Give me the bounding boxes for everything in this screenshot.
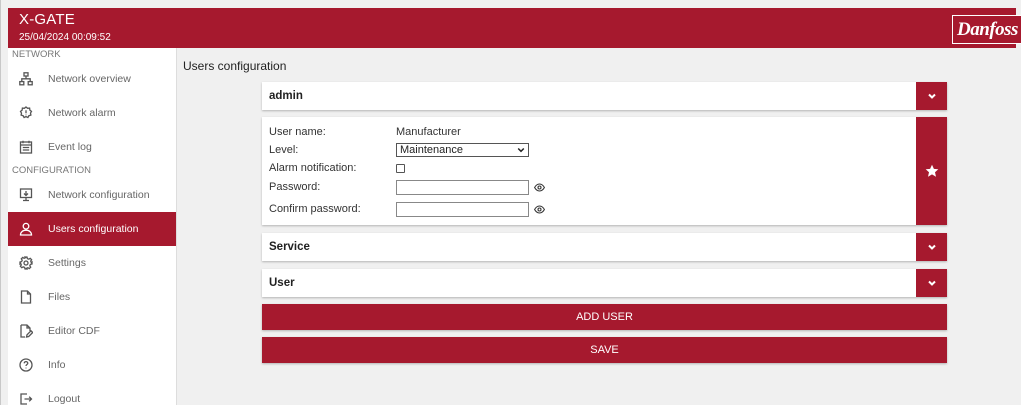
user-name-label: User name:: [269, 126, 326, 138]
chevron-down-icon: [517, 147, 525, 153]
section-label-network: NETWORK: [12, 49, 61, 60]
confirm-password-label: Confirm password:: [269, 203, 361, 215]
network-config-icon: [18, 187, 34, 203]
level-label: Level:: [269, 144, 299, 156]
sidebar-item-label: Users configuration: [48, 223, 139, 235]
add-user-button[interactable]: ADD USER: [262, 304, 947, 330]
page-title: Users configuration: [183, 59, 287, 73]
alarm-icon: [18, 105, 34, 121]
header-datetime: 25/04/2024 00:09:52: [19, 32, 111, 43]
app-title: X-GATE: [19, 11, 75, 28]
sidebar-item-event-log[interactable]: Event log: [8, 130, 176, 164]
user-form-panel: User name: Manufacturer Level: Maintenan…: [262, 117, 947, 225]
user-panel-user[interactable]: User: [262, 269, 947, 297]
chevron-down-icon: [927, 244, 936, 250]
level-row: Level: Maintenance: [269, 141, 529, 159]
alarm-row: Alarm notification:: [269, 159, 405, 177]
sidebar-item-label: Logout: [48, 393, 81, 405]
user-panel-title: Service: [269, 241, 310, 253]
eye-icon[interactable]: [533, 182, 546, 192]
user-panel-service[interactable]: Service: [262, 233, 947, 261]
chevron-down-icon: [927, 280, 936, 286]
user-name-value: Manufacturer: [396, 126, 461, 138]
sidebar-item-label: Info: [48, 359, 66, 371]
expand-button[interactable]: [916, 233, 947, 261]
main-content: Users configuration admin User name: Man…: [177, 48, 1016, 405]
info-icon: [18, 357, 34, 373]
sidebar-item-label: Editor CDF: [48, 325, 100, 337]
user-panel-admin[interactable]: admin: [262, 82, 947, 110]
alarm-label: Alarm notification:: [269, 162, 357, 174]
file-icon: [18, 289, 34, 305]
sidebar: NETWORK Network overview Network alarm E…: [8, 48, 177, 405]
user-panel-title: User: [269, 277, 295, 289]
gear-icon: [18, 255, 34, 271]
favorite-button[interactable]: [916, 117, 947, 225]
sidebar-item-network-configuration[interactable]: Network configuration: [8, 178, 176, 212]
alarm-notification-checkbox[interactable]: [396, 163, 405, 173]
sidebar-item-files[interactable]: Files: [8, 280, 176, 314]
save-button[interactable]: SAVE: [262, 337, 947, 363]
confirm-password-row: Confirm password:: [269, 200, 546, 218]
sidebar-item-label: Files: [48, 291, 71, 303]
level-select[interactable]: Maintenance: [396, 143, 529, 157]
expand-button[interactable]: [916, 269, 947, 297]
sidebar-item-label: Network overview: [48, 73, 131, 85]
password-label: Password:: [269, 181, 321, 193]
section-label-configuration: CONFIGURATION: [12, 165, 91, 176]
sidebar-item-info[interactable]: Info: [8, 348, 176, 382]
user-panel-title: admin: [269, 90, 303, 102]
app-header: X-GATE 25/04/2024 00:09:52 Danfoss: [8, 8, 1021, 48]
logout-icon: [18, 391, 34, 405]
level-selected-value: Maintenance: [400, 144, 463, 156]
logo-text: Danfoss: [957, 18, 1018, 40]
user-icon: [18, 221, 34, 237]
event-log-icon: [18, 139, 34, 155]
password-row: Password:: [269, 178, 546, 196]
confirm-password-input[interactable]: [396, 201, 529, 217]
sidebar-item-label: Network configuration: [48, 189, 150, 201]
sidebar-item-users-configuration[interactable]: Users configuration: [8, 212, 176, 246]
danfoss-logo: Danfoss: [952, 15, 1021, 44]
sidebar-item-label: Settings: [48, 257, 86, 269]
sidebar-item-settings[interactable]: Settings: [8, 246, 176, 280]
sidebar-item-label: Network alarm: [48, 107, 116, 119]
network-icon: [18, 71, 34, 87]
sidebar-item-network-alarm[interactable]: Network alarm: [8, 96, 176, 130]
sidebar-item-editor-cdf[interactable]: Editor CDF: [8, 314, 176, 348]
user-name-row: User name: Manufacturer: [269, 123, 461, 141]
chevron-down-icon: [927, 93, 936, 99]
sidebar-item-logout[interactable]: Logout: [8, 382, 176, 405]
sidebar-item-network-overview[interactable]: Network overview: [8, 62, 176, 96]
sidebar-item-label: Event log: [48, 141, 92, 153]
eye-icon[interactable]: [533, 204, 546, 214]
expand-button[interactable]: [916, 82, 947, 110]
password-input[interactable]: [396, 179, 529, 195]
editor-icon: [18, 323, 34, 339]
star-icon: [925, 164, 938, 177]
